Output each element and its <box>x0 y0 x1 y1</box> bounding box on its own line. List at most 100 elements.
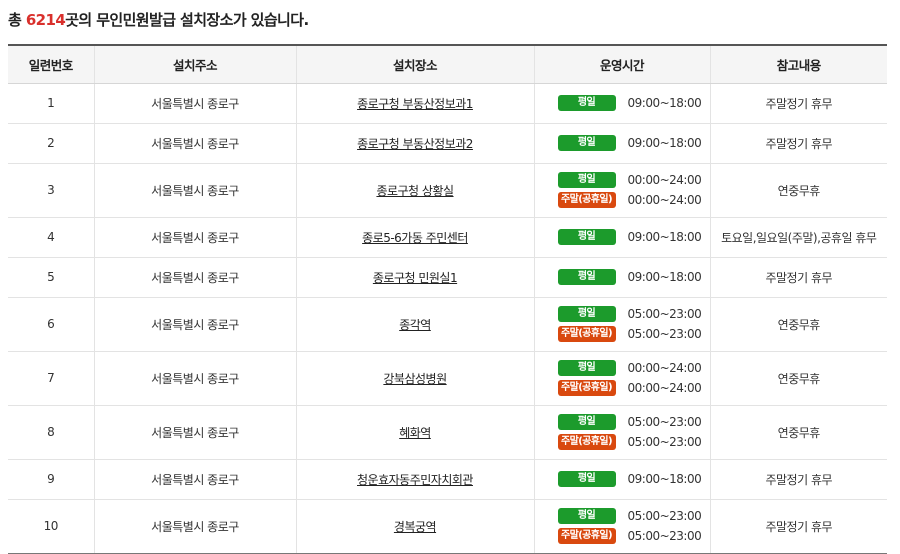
hours-line: 평일 00:00~24:00 <box>557 170 710 190</box>
header-serial-number: 일련번호 <box>8 44 94 84</box>
install-address-cell: 서울특별시 종로구 <box>93 163 296 218</box>
header-operating-hours: 운영시간 <box>533 44 710 84</box>
install-location-cell: 강북삼성병원 <box>295 351 534 406</box>
header-notes: 참고내용 <box>709 44 887 84</box>
install-address-cell: 서울특별시 종로구 <box>93 123 296 164</box>
install-address-cell: 서울특별시 종로구 <box>93 351 296 406</box>
operating-hours-cell: 평일 09:00~18:00 <box>533 257 710 298</box>
install-location-cell: 종로5-6가동 주민센터 <box>295 217 534 258</box>
kiosk-location-table: 일련번호 설치주소 설치장소 운영시간 참고내용 1 서울특별시 종로구 종로구청 … <box>8 44 887 554</box>
install-address-cell: 서울특별시 종로구 <box>93 297 296 352</box>
install-location-link[interactable]: 종로구청 부동산정보과1 <box>357 97 473 111</box>
operating-hours-cell: 평일 09:00~18:00 <box>533 459 710 500</box>
hours-line: 평일 09:00~18:00 <box>557 227 710 247</box>
notes-cell: 연중무휴 <box>709 351 887 406</box>
notes-cell: 주말정기 휴무 <box>709 257 887 298</box>
operating-hours-cell: 평일 05:00~23:00 주말(공휴일) 05:00~23:00 <box>533 297 710 352</box>
notes-cell: 연중무휴 <box>709 163 887 218</box>
table-row: 8 서울특별시 종로구 혜화역 평일 05:00~23:00 주말(공휴일) 05:00~2… <box>8 405 887 460</box>
hours-time: 09:00~18:00 <box>627 230 702 244</box>
hours-time: 09:00~18:00 <box>627 96 702 110</box>
install-address-cell: 서울특별시 종로구 <box>93 499 296 554</box>
install-location-cell: 종각역 <box>295 297 534 352</box>
hours-line: 평일 09:00~18:00 <box>557 267 710 287</box>
install-location-cell: 종로구청 부동산정보과1 <box>295 83 534 124</box>
operating-hours-cell: 평일 00:00~24:00 주말(공휴일) 00:00~24:00 <box>533 351 710 406</box>
table-row: 5 서울특별시 종로구 종로구청 민원실1 평일 09:00~18:00 주말정기 휴무 <box>8 257 887 298</box>
hours-time: 09:00~18:00 <box>627 472 702 486</box>
table-row: 6 서울특별시 종로구 종각역 평일 05:00~23:00 주말(공휴일) 05:00~2… <box>8 297 887 352</box>
table-row: 4 서울특별시 종로구 종로5-6가동 주민센터 평일 09:00~18:00 토요일,일… <box>8 217 887 258</box>
header-install-address: 설치주소 <box>93 44 296 84</box>
weekday-badge: 평일 <box>557 269 616 285</box>
install-location-cell: 종로구청 부동산정보과2 <box>295 123 534 164</box>
hours-time: 00:00~24:00 <box>627 193 702 207</box>
hours-line: 평일 05:00~23:00 <box>557 412 710 432</box>
operating-hours-cell: 평일 09:00~18:00 <box>533 217 710 258</box>
operating-hours-cell: 평일 00:00~24:00 주말(공휴일) 00:00~24:00 <box>533 163 710 218</box>
install-location-link[interactable]: 종로5-6가동 주민센터 <box>362 231 468 245</box>
weekday-badge: 평일 <box>557 95 616 111</box>
install-location-link[interactable]: 종로구청 상황실 <box>376 184 454 198</box>
operating-hours-cell: 평일 05:00~23:00 주말(공휴일) 05:00~23:00 <box>533 405 710 460</box>
operating-hours-cell: 평일 05:00~23:00 주말(공휴일) 05:00~23:00 <box>533 499 710 554</box>
weekday-badge: 평일 <box>557 135 616 151</box>
hours-line: 평일 05:00~23:00 <box>557 506 710 526</box>
serial-number-cell: 3 <box>8 163 94 218</box>
install-location-link[interactable]: 혜화역 <box>399 426 431 440</box>
notes-cell: 주말정기 휴무 <box>709 123 887 164</box>
install-location-link[interactable]: 종각역 <box>399 318 431 332</box>
notes-cell: 연중무휴 <box>709 405 887 460</box>
weekend-badge: 주말(공휴일) <box>557 192 616 208</box>
hours-time: 09:00~18:00 <box>627 270 702 284</box>
serial-number-cell: 10 <box>8 499 94 554</box>
notes-cell: 주말정기 휴무 <box>709 459 887 500</box>
install-location-link[interactable]: 강북삼성병원 <box>383 372 447 386</box>
serial-number-cell: 7 <box>8 351 94 406</box>
hours-time: 05:00~23:00 <box>627 509 702 523</box>
weekend-badge: 주말(공휴일) <box>557 528 616 544</box>
hours-line: 평일 09:00~18:00 <box>557 93 710 113</box>
install-location-link[interactable]: 청운효자동주민자치회관 <box>357 473 473 487</box>
install-location-link[interactable]: 종로구청 민원실1 <box>373 271 458 285</box>
serial-number-cell: 9 <box>8 459 94 500</box>
table-row: 1 서울특별시 종로구 종로구청 부동산정보과1 평일 09:00~18:00 주말정기 … <box>8 83 887 124</box>
hours-time: 05:00~23:00 <box>627 415 702 429</box>
weekend-badge: 주말(공휴일) <box>557 380 616 396</box>
hours-line: 주말(공휴일) 05:00~23:00 <box>557 324 710 344</box>
hours-line: 주말(공휴일) 00:00~24:00 <box>557 190 710 210</box>
weekday-badge: 평일 <box>557 414 616 430</box>
serial-number-cell: 1 <box>8 83 94 124</box>
table-header-row: 일련번호 설치주소 설치장소 운영시간 참고내용 <box>8 44 887 84</box>
hours-line: 주말(공휴일) 05:00~23:00 <box>557 526 710 546</box>
weekday-badge: 평일 <box>557 508 616 524</box>
serial-number-cell: 6 <box>8 297 94 352</box>
hours-time: 05:00~23:00 <box>627 307 702 321</box>
summary-prefix: 총 <box>8 11 26 29</box>
weekday-badge: 평일 <box>557 360 616 376</box>
weekday-badge: 평일 <box>557 229 616 245</box>
hours-time: 05:00~23:00 <box>627 435 702 449</box>
weekday-badge: 평일 <box>557 306 616 322</box>
serial-number-cell: 8 <box>8 405 94 460</box>
hours-time: 05:00~23:00 <box>627 327 702 341</box>
result-count: 6214 <box>25 11 66 29</box>
result-summary: 총 6214곳의 무인민원발급 설치장소가 있습니다. <box>8 9 309 30</box>
install-address-cell: 서울특별시 종로구 <box>93 217 296 258</box>
install-address-cell: 서울특별시 종로구 <box>93 405 296 460</box>
operating-hours-cell: 평일 09:00~18:00 <box>533 83 710 124</box>
weekday-badge: 평일 <box>557 172 616 188</box>
install-location-cell: 경복궁역 <box>295 499 534 554</box>
table-row: 9 서울특별시 종로구 청운효자동주민자치회관 평일 09:00~18:00 주말정기 휴… <box>8 459 887 500</box>
install-location-cell: 종로구청 상황실 <box>295 163 534 218</box>
install-location-link[interactable]: 경복궁역 <box>394 520 437 534</box>
hours-time: 05:00~23:00 <box>627 529 702 543</box>
hours-line: 평일 05:00~23:00 <box>557 304 710 324</box>
install-location-link[interactable]: 종로구청 부동산정보과2 <box>357 137 473 151</box>
table-row: 2 서울특별시 종로구 종로구청 부동산정보과2 평일 09:00~18:00 주말정기 … <box>8 123 887 164</box>
hours-line: 평일 09:00~18:00 <box>557 133 710 153</box>
serial-number-cell: 2 <box>8 123 94 164</box>
summary-suffix: 곳의 무인민원발급 설치장소가 있습니다. <box>65 11 309 29</box>
header-install-location: 설치장소 <box>295 44 534 84</box>
hours-line: 주말(공휴일) 00:00~24:00 <box>557 378 710 398</box>
